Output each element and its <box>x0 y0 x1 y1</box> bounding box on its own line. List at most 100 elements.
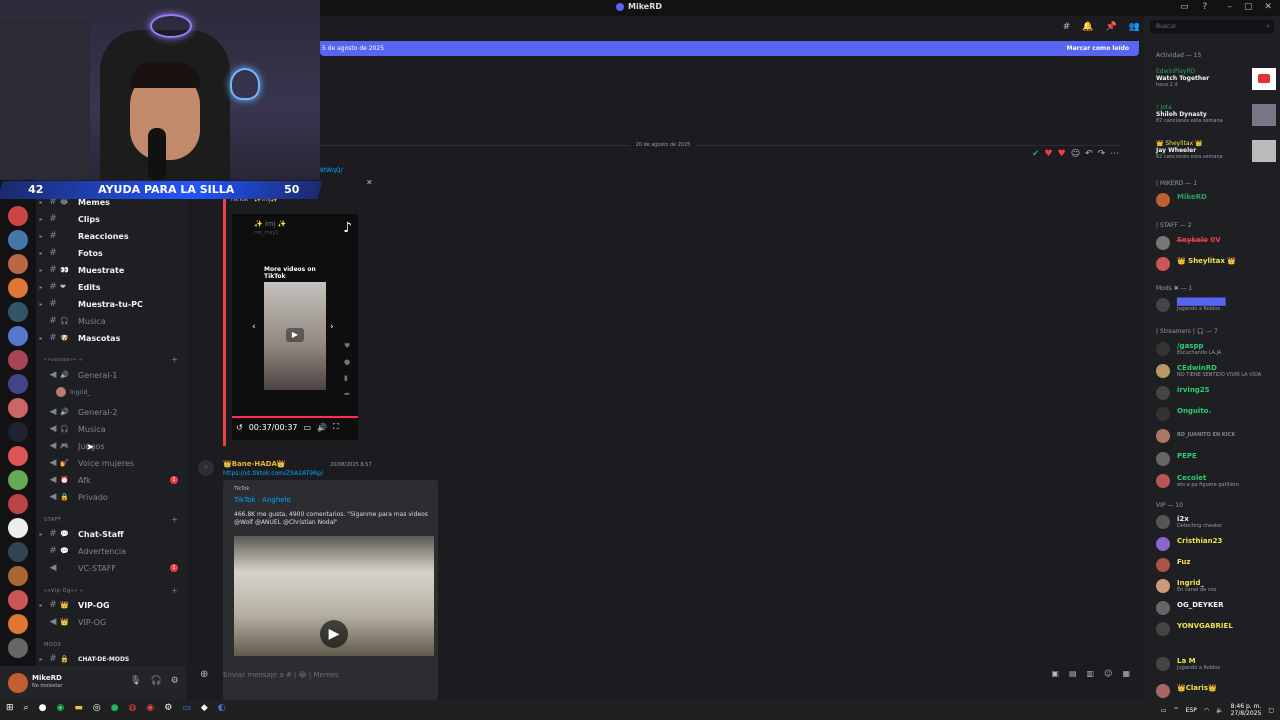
user-name[interactable]: MikeRD <box>32 674 62 682</box>
close-embed-icon[interactable]: ✕ <box>366 178 373 187</box>
channel-musica[interactable]: # 🎧 Musica <box>36 313 186 329</box>
settings-icon[interactable]: ⚙ <box>164 703 172 713</box>
server-icon[interactable] <box>8 302 28 322</box>
app-icon[interactable]: ◍ <box>129 703 137 713</box>
headphones-icon[interactable]: 🎧 <box>150 676 161 686</box>
tray-icon[interactable]: ▭ <box>1161 707 1167 714</box>
play-icon[interactable]: ▶ <box>286 328 304 342</box>
member-item[interactable]: S̶e̶y̶k̶e̶l̶o̶ 0V <box>1156 235 1280 251</box>
app-icon[interactable]: ◆ <box>201 703 208 713</box>
file-explorer-icon[interactable]: ▬ <box>74 703 83 713</box>
apps-icon[interactable]: ▦ <box>1122 669 1130 678</box>
server-icon[interactable] <box>8 542 28 562</box>
member-item[interactable]: 👑Claris👑 <box>1156 683 1280 699</box>
server-icon[interactable] <box>8 230 28 250</box>
captions-icon[interactable]: ▭ <box>304 423 312 432</box>
forward-icon[interactable]: ↷ <box>1098 149 1106 159</box>
member-item[interactable]: CEdwinRD NO TIENE SENTIDO VIVIR LA VIDA <box>1156 363 1280 379</box>
channel-advertencia[interactable]: # 💬 Advertencia <box>36 543 186 559</box>
voice-channel-general-2[interactable]: ◀ 🔊 General-2 <box>36 404 186 420</box>
voice-channel-voice-mujeres[interactable]: ◀ 💅 Voice mujeres <box>36 455 186 471</box>
clock[interactable]: 8:46 p. m. 27/8/2025 <box>1231 703 1262 717</box>
server-icon[interactable] <box>8 518 28 538</box>
voice-channel-privado[interactable]: ◀ 🔒 Privado <box>36 489 186 505</box>
inbox-icon[interactable]: ▭ <box>1180 2 1189 12</box>
member-item[interactable]: Onguito. <box>1156 406 1280 422</box>
message-composer[interactable]: ⊕ Enviar mensaje a # | 😂 | Memes ▣ ▤ ▥ ☺… <box>198 666 1138 686</box>
server-icon[interactable] <box>8 590 28 610</box>
member-item[interactable]: Fuz <box>1156 557 1280 573</box>
avatar[interactable] <box>8 673 28 693</box>
member-item[interactable]: /gaspp Escuchando LA.JA <box>1156 341 1280 357</box>
server-icon[interactable] <box>8 638 28 658</box>
add-attachment-icon[interactable]: ⊕ <box>200 669 208 680</box>
voice-user[interactable]: Ingrid_ <box>56 387 90 397</box>
more-icon[interactable]: ⋯ <box>1110 149 1119 159</box>
channel-reacciones[interactable]: ▸ # Reacciones <box>36 228 186 244</box>
server-icon[interactable] <box>8 446 28 466</box>
server-icon[interactable] <box>8 422 28 442</box>
reply-icon[interactable]: ↶ <box>1085 149 1093 159</box>
gift-icon[interactable]: ▣ <box>1051 669 1059 678</box>
sticker-icon[interactable]: ▥ <box>1087 669 1095 678</box>
embed-title[interactable]: TikTok · Anghelo <box>234 496 291 504</box>
channel-fotos[interactable]: ▸ # Fotos <box>36 245 186 261</box>
progress-bar[interactable] <box>232 416 358 418</box>
spotify-icon[interactable]: ● <box>111 703 119 713</box>
microphone-icon[interactable]: 🎙 <box>130 676 141 686</box>
channel-muestrate[interactable]: ▸ # 👀 Muestrate <box>36 262 186 278</box>
channel-chat-de-mods[interactable]: ▸ # 🔒 CHAT-DE-MODS <box>36 651 186 667</box>
fullscreen-icon[interactable]: ⛶ <box>333 422 339 432</box>
discord-icon[interactable]: ◐ <box>218 703 226 713</box>
replay-icon[interactable]: ↺ <box>236 423 243 432</box>
server-icon[interactable] <box>8 326 28 346</box>
volume-icon[interactable]: 🔊 <box>317 423 327 432</box>
volume-icon[interactable]: 🔈 <box>1216 707 1223 714</box>
chevron-up-icon[interactable]: ^ <box>1174 707 1179 714</box>
start-icon[interactable]: ⊞ <box>6 703 14 713</box>
message-link[interactable]: https://vt.tiktok.com/ZSA2AT9Rp/ <box>223 470 323 477</box>
member-item[interactable]: Ingrid_ En canal de voz <box>1156 578 1280 594</box>
channel-clips[interactable]: ▸ # Clips <box>36 211 186 227</box>
chrome-icon[interactable]: ◎ <box>93 703 101 713</box>
message-author[interactable]: 👑Bane-HADA👑 <box>223 460 286 468</box>
video-thumbnail[interactable]: ▶ <box>264 282 326 390</box>
server-icon[interactable] <box>8 398 28 418</box>
threads-icon[interactable]: # <box>1063 22 1071 32</box>
bookmark-icon[interactable]: ▮ <box>344 374 354 382</box>
bell-icon[interactable]: 🔔 <box>1082 22 1093 32</box>
voice-channel-musica[interactable]: ◀ 🎧 Musica <box>36 421 186 437</box>
server-icon[interactable] <box>8 206 28 226</box>
heart-reaction-icon[interactable]: ♥ <box>1058 149 1066 159</box>
server-icon[interactable] <box>8 254 28 274</box>
obs-icon[interactable]: ● <box>39 703 47 713</box>
activity-card[interactable]: EdwinPlayRD Watch Together hace 2 d <box>1156 68 1276 96</box>
server-icon[interactable] <box>8 494 28 514</box>
member-item[interactable]: Cristhian23 <box>1156 536 1280 552</box>
pin-icon[interactable]: 📌 <box>1106 22 1117 32</box>
close-button[interactable]: ✕ <box>1264 2 1272 12</box>
member-item[interactable]: i2x Detecting cheater <box>1156 514 1280 530</box>
maximize-button[interactable]: ▢ <box>1244 2 1253 12</box>
category-vip-og[interactable]: ««Vip-Og»» « <box>44 588 84 594</box>
add-reaction-icon[interactable]: ☺ <box>1071 149 1080 159</box>
add-channel-icon[interactable]: + <box>171 586 178 595</box>
emoji-icon[interactable]: ☺ <box>1104 669 1112 678</box>
heart-reaction-icon[interactable]: ♥ <box>1045 149 1053 159</box>
member-item[interactable]: PEPE <box>1156 451 1280 467</box>
server-icon[interactable] <box>8 614 28 634</box>
gear-icon[interactable]: ⚙ <box>171 676 179 686</box>
message-link[interactable]: 8tWqQ/ <box>320 167 343 174</box>
add-channel-icon[interactable]: + <box>171 515 178 524</box>
member-item[interactable]: Cecolet eto a pa figuere gatillero <box>1156 473 1280 489</box>
server-icon[interactable] <box>8 278 28 298</box>
category-staff[interactable]: STAFF <box>44 517 62 523</box>
voice-channel-afk[interactable]: ◀ ⏰ Afk 1 <box>36 472 186 488</box>
tiktok-player[interactable]: ✨ imj ✨ mo_may1 ♪ More videos on TikTok … <box>232 214 358 440</box>
voice-channel-vip-og[interactable]: ◀ 👑 VIP-OG <box>36 614 186 630</box>
heart-icon[interactable]: ♥ <box>344 342 354 350</box>
server-icon[interactable] <box>8 470 28 490</box>
server-icon[interactable] <box>8 374 28 394</box>
message-input[interactable]: Enviar mensaje a # | 😂 | Memes <box>223 671 339 679</box>
new-messages-banner[interactable]: 5 de agosto de 2025 Marcar como leído <box>320 41 1139 56</box>
